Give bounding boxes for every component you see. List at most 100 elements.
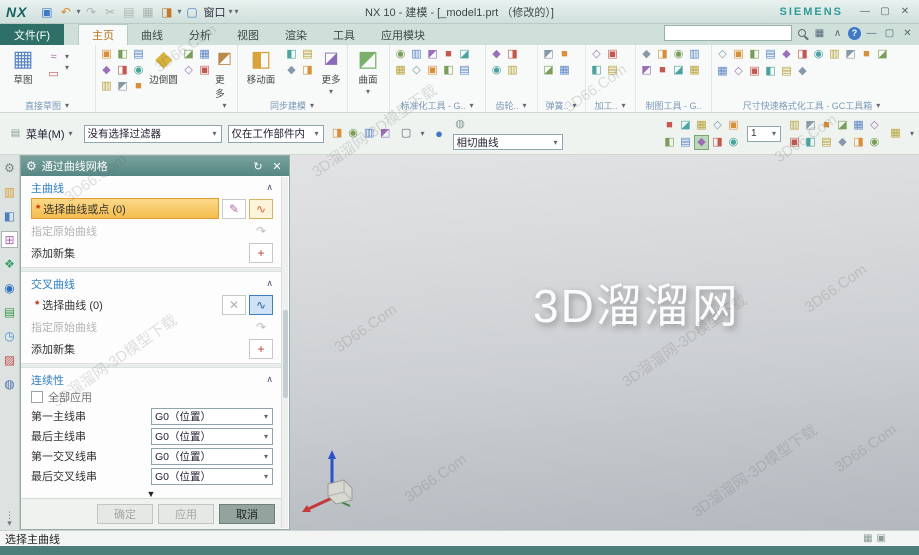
tab-视图[interactable]: 视图	[224, 24, 272, 45]
ribbon-tool-icon[interactable]: ◉	[393, 47, 408, 62]
group-dropdown-caret[interactable]: ▾	[469, 101, 473, 110]
group-dropdown-caret[interactable]: ▾	[573, 101, 577, 110]
selbar-overflow-caret[interactable]: ▾	[910, 129, 914, 138]
origin-curve-icon[interactable]: ↷	[249, 317, 273, 337]
ribbon-tool-icon[interactable]: ◇	[710, 118, 725, 133]
ribbon-tool-icon[interactable]: ◩	[803, 118, 818, 133]
continuity-combo[interactable]: G0（位置）▾	[151, 448, 273, 465]
ribbon-tool-icon[interactable]: ▦	[197, 47, 212, 62]
ribbon-tool-icon[interactable]: ▦	[694, 118, 709, 133]
ribbon-tool-icon[interactable]: ◇	[589, 47, 604, 62]
part-minimize-icon[interactable]: —	[864, 26, 879, 41]
ribbon-tool-icon[interactable]: ◉	[489, 63, 504, 78]
ribbon-tool-icon[interactable]: ◉	[811, 47, 826, 62]
ribbon-tool-icon[interactable]: ▣	[197, 63, 212, 78]
ribbon-tool-icon[interactable]: ▦	[715, 64, 730, 79]
paste-icon[interactable]: ▦	[139, 3, 156, 20]
status-window-icon[interactable]: ▣	[877, 533, 886, 544]
dialog-reset-icon[interactable]: ↻	[251, 160, 265, 173]
ribbon-tool-icon[interactable]: ◨	[505, 47, 520, 62]
cancel-button[interactable]: 取消	[219, 504, 275, 524]
continuity-combo[interactable]: G0（位置）▾	[151, 468, 273, 485]
ribbon-tool-icon[interactable]: ◆	[489, 47, 504, 62]
ribbon-tool-icon[interactable]: ▦	[393, 63, 408, 78]
menu-button[interactable]: ▤ 菜单(M) ▾	[4, 124, 78, 144]
ribbon-tool-icon[interactable]: ◪	[835, 118, 850, 133]
shaded-view-icon[interactable]: ●	[432, 126, 447, 141]
group-dropdown-caret[interactable]: ▾	[523, 101, 527, 110]
ribbon-tool-icon[interactable]: ◩	[843, 47, 858, 62]
ribbon-tool-icon[interactable]: ◆	[779, 47, 794, 62]
selection-scope-combo[interactable]: 仅在工作部件内▾	[228, 125, 324, 143]
ribbon-tool-icon[interactable]: ▥	[787, 118, 802, 133]
feature-more-button[interactable]: ◩ 更多 ▾	[215, 47, 234, 110]
ribbon-tool-icon[interactable]: ▤	[131, 47, 146, 62]
curve-selection-button[interactable]: ∿	[249, 295, 273, 315]
ribbon-tool-icon[interactable]: ◨	[655, 47, 670, 62]
ribbon-tool-icon[interactable]: ▣	[425, 63, 440, 78]
select-mode-caret[interactable]: ▾	[421, 129, 425, 138]
window-menu-caret[interactable]: ▾	[228, 7, 232, 16]
ribbon-tool-icon[interactable]: ◪	[875, 47, 890, 62]
tab-工具[interactable]: 工具	[320, 24, 368, 45]
ribbon-tool-icon[interactable]: ◆	[284, 63, 299, 78]
ribbon-tool-icon[interactable]: ◆	[694, 135, 709, 150]
group-dropdown-caret[interactable]: ▾	[310, 101, 314, 110]
ribbon-tool-icon[interactable]: ◉	[867, 135, 882, 150]
window-menu[interactable]: 窗口	[203, 4, 225, 20]
select-curve-row[interactable]: * 选择曲线 (0)	[31, 294, 219, 315]
continuity-combo[interactable]: G0（位置）▾	[151, 408, 273, 425]
ribbon-tool-icon[interactable]: ◩	[425, 47, 440, 62]
ribbon-tool-icon[interactable]: ■	[557, 47, 572, 62]
ribbon-tool-icon[interactable]: ◧	[589, 63, 604, 78]
ribbon-tool-icon[interactable]: ◪	[541, 63, 556, 78]
ribbon-tool-icon[interactable]: ■	[131, 79, 146, 94]
add-new-set-button[interactable]: +	[249, 243, 273, 263]
undo-icon[interactable]: ↶	[57, 3, 74, 20]
part-navigator-icon[interactable]: ⊞	[1, 231, 18, 248]
ribbon-tool-icon[interactable]: ◧	[747, 47, 762, 62]
ribbon-tool-icon[interactable]: ▥	[362, 126, 377, 141]
internet-explorer-icon[interactable]: ◉	[1, 279, 18, 296]
selection-filter-combo[interactable]: 没有选择过滤器▾	[84, 125, 222, 143]
ribbon-tool-icon[interactable]: ◧	[441, 63, 456, 78]
ribbon-tool-icon[interactable]: ◆	[835, 135, 850, 150]
apply-all-checkbox[interactable]	[31, 391, 43, 403]
tab-分析[interactable]: 分析	[176, 24, 224, 45]
tab-主页[interactable]: 主页	[78, 24, 128, 45]
ribbon-tool-icon[interactable]: ◉	[726, 135, 741, 150]
ribbon-tool-icon[interactable]: ■	[662, 118, 677, 133]
ribbon-tool-icon[interactable]: ▣	[747, 64, 762, 79]
history-icon[interactable]: ◷	[1, 327, 18, 344]
tab-file[interactable]: 文件(F)	[0, 24, 64, 45]
ribbon-tool-icon[interactable]: ◨	[300, 63, 315, 78]
ribbon-tool-icon[interactable]: ◪	[181, 47, 196, 62]
ribbon-tool-icon[interactable]: ◇	[715, 47, 730, 62]
ribbon-tool-icon[interactable]: ◨	[710, 135, 725, 150]
ribbon-tool-icon[interactable]: ◩	[541, 47, 556, 62]
ribbon-tool-icon[interactable]: ▣	[787, 135, 802, 150]
collapse-chevron-icon[interactable]: ∧	[266, 182, 273, 193]
window-icon[interactable]: ▢	[183, 3, 200, 20]
ribbon-tool-icon[interactable]: ◨	[795, 47, 810, 62]
ribbon-tool-icon[interactable]: ▣	[731, 47, 746, 62]
ribbon-tool-icon[interactable]: ◪	[671, 63, 686, 78]
help-icon[interactable]: ?	[848, 27, 861, 40]
dialog-header[interactable]: ⚙ 通过曲线网格 ↻ ✕	[21, 156, 289, 176]
apply-button[interactable]: 应用	[158, 504, 214, 524]
dialog-scrollbar-thumb[interactable]	[283, 310, 288, 398]
ribbon-tool-icon[interactable]: ◩	[115, 79, 130, 94]
minimize-button[interactable]: —	[857, 5, 873, 19]
ribbon-tool-icon[interactable]: ▥	[99, 79, 114, 94]
ribbon-tool-icon[interactable]: ◇	[867, 118, 882, 133]
roles-icon[interactable]: ◍	[1, 375, 18, 392]
touch-mode-caret[interactable]: ▾	[177, 7, 181, 16]
save-icon[interactable]: ▣	[38, 3, 55, 20]
ribbon-tool-icon[interactable]: ◩	[639, 63, 654, 78]
ribbon-tool-icon[interactable]: ◩	[378, 126, 393, 141]
ribbon-tool-icon[interactable]: ▥	[505, 63, 520, 78]
close-button[interactable]: ✕	[897, 5, 913, 19]
constraint-navigator-icon[interactable]: ◧	[1, 207, 18, 224]
group-dropdown-caret[interactable]: ▾	[876, 101, 880, 110]
sketch-rect-icon[interactable]: ▭	[46, 67, 61, 82]
